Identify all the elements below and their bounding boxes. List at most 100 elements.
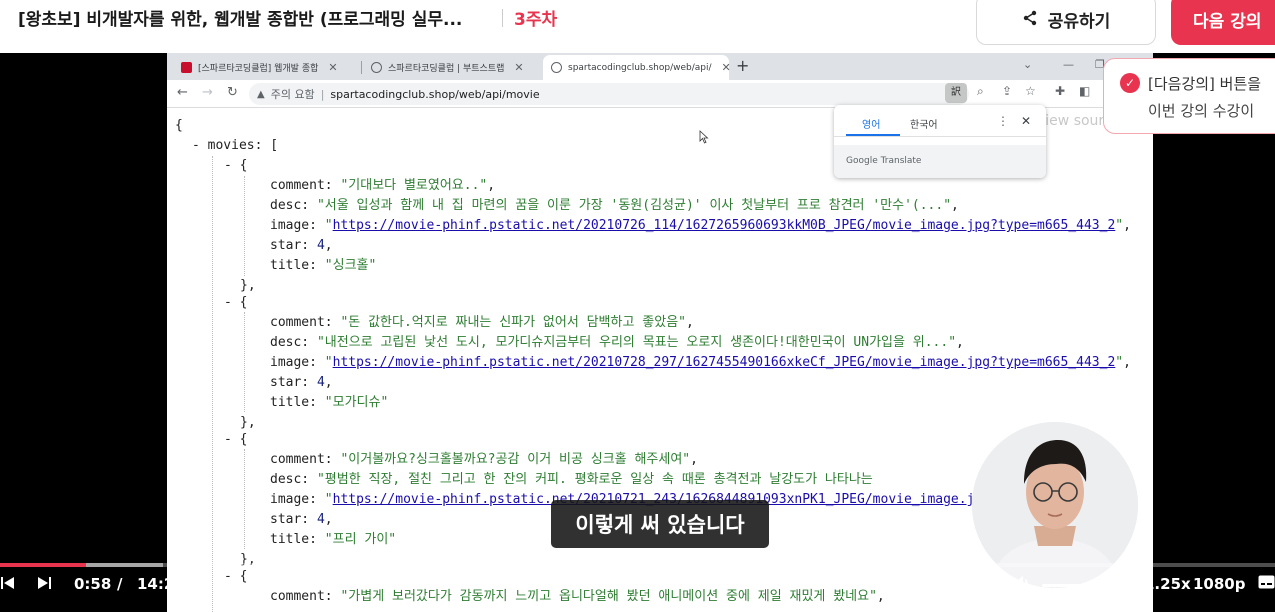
week-label: 3주차: [514, 10, 558, 30]
json-field-image: image: "https://movie-phinf.pstatic.net/…: [270, 355, 1131, 370]
url-separator: |: [320, 87, 325, 101]
collapse-toggle[interactable]: -: [192, 138, 208, 153]
json-field-desc: desc: "내전으로 고립된 낯선 도시, 모가디슈지금부터 우리의 목표는 …: [270, 335, 964, 350]
skip-next-icon[interactable]: [36, 575, 52, 595]
image-link[interactable]: https://movie-phinf.pstatic.net/20210728…: [333, 355, 1116, 370]
tab-english[interactable]: 영어: [862, 116, 880, 131]
video-player[interactable]: [스파르타코딩클럽] 웹개발 종합 ✕ 스파르타코딩클럽 | 부트스트랩 ✕ s…: [0, 53, 1275, 612]
tab-title: spartacodingclub.shop/web/api/: [568, 62, 712, 73]
tab-title: [스파르타코딩클럽] 웹개발 종합: [198, 64, 319, 74]
json-field-image: image: "https://movie-phinf.pstatic.net/…: [270, 218, 1131, 233]
indent-guide: [244, 176, 245, 276]
indent-guide: [212, 156, 213, 612]
tab-divider: [361, 61, 362, 74]
globe-icon: [551, 62, 562, 73]
more-options-icon[interactable]: ⋮: [997, 114, 1009, 128]
tab-korean[interactable]: 한국어: [910, 116, 938, 131]
json-field-title: title: "프리 가이": [270, 532, 397, 547]
browser-tab-2[interactable]: 스파르타코딩클럽 | 부트스트랩 ✕: [363, 55, 549, 80]
close-icon[interactable]: ✕: [722, 61, 731, 74]
close-icon[interactable]: ✕: [514, 61, 523, 74]
reload-icon[interactable]: ↻: [227, 85, 238, 100]
share-button[interactable]: 공유하기: [976, 0, 1156, 45]
subtitles-icon[interactable]: [1258, 575, 1275, 593]
json-field-star: star: 4,: [270, 512, 333, 527]
toast-line-2: 이번 강의 수강이: [1148, 102, 1255, 120]
skip-previous-icon[interactable]: [0, 575, 16, 595]
json-field-comment: comment: "이거볼까요?싱크홀볼까요?공감 이거 비공 싱크홀 해주세여…: [270, 452, 698, 467]
indent-guide: [244, 312, 245, 412]
subtitle-caption: 이렇게 써 있습니다: [551, 500, 769, 548]
address-bar[interactable]: ▲ 주의 요함 | spartacodingclub.shop/web/api/…: [249, 83, 969, 105]
extensions-icon[interactable]: ✚: [1055, 84, 1065, 98]
json-field-comment: comment: "가볍게 보러갔다가 감동까지 느끼고 옵니다얼해 봤던 애니…: [270, 589, 885, 604]
sidebar-icon[interactable]: ◧: [1079, 84, 1090, 98]
share-icon: [1022, 10, 1038, 30]
duration: 14:22: [137, 575, 185, 593]
tab-search-icon[interactable]: ⌄: [1023, 58, 1032, 71]
json-field-comment: comment: "기대보다 별로였어요..",: [270, 178, 496, 193]
globe-icon: [371, 62, 382, 73]
url-text: spartacodingclub.shop/web/api/movie: [330, 87, 540, 101]
browser-tabstrip: [스파르타코딩클럽] 웹개발 종합 ✕ 스파르타코딩클럽 | 부트스트랩 ✕ s…: [167, 53, 1153, 80]
minimize-icon[interactable]: —: [1063, 58, 1074, 71]
course-header: [왕초보] 비개발자를 위한, 웹개발 종합반 (프로그래밍 실무... 3주차…: [0, 0, 1275, 53]
forward-icon[interactable]: →: [202, 85, 213, 100]
cursor-icon: [699, 130, 709, 144]
tab-title: 스파르타코딩클럽 | 부트스트랩: [388, 64, 505, 74]
json-field-desc: desc: "서울 입성과 함께 내 집 마련의 꿈을 이룬 가장 '동원(김성…: [270, 198, 959, 213]
share-label: 공유하기: [1047, 12, 1111, 32]
back-icon[interactable]: ←: [177, 85, 188, 100]
collapse-toggle[interactable]: -: [224, 569, 240, 584]
share-page-icon[interactable]: ⇪: [1002, 84, 1012, 98]
json-item-open: - {: [224, 295, 248, 310]
header-divider: [502, 9, 503, 27]
browser-tab-3[interactable]: spartacodingclub.shop/web/api/ ✕: [543, 55, 731, 80]
json-field-desc: desc: "평범한 직장, 절친 그리고 한 잔의 커피. 평화로운 일상 속…: [270, 472, 873, 487]
popup-divider: [834, 136, 1046, 137]
json-field-title: title: "싱크홀": [270, 258, 377, 273]
translate-footer: Google Translate: [834, 145, 1046, 178]
volume-icon[interactable]: [1013, 575, 1031, 595]
zoom-icon[interactable]: ⌕: [977, 84, 984, 99]
json-field-star: star: 4,: [270, 375, 333, 390]
next-lecture-button[interactable]: 다음 강의: [1171, 0, 1275, 45]
quality-selector[interactable]: 1080p: [1193, 575, 1246, 593]
notification-toast: ✓ [다음강의] 버튼을 이번 강의 수강이: [1103, 58, 1275, 134]
warning-icon: ▲: [257, 88, 265, 100]
current-time: 0:58: [74, 575, 112, 593]
translate-popup: 영어 한국어 ⋮ ✕ Google Translate: [834, 105, 1046, 178]
time-separator: /: [117, 575, 123, 593]
translate-icon[interactable]: 訳: [945, 83, 967, 103]
collapse-toggle[interactable]: -: [224, 158, 240, 173]
tab-favicon: [181, 62, 192, 73]
volume-slider[interactable]: [1042, 584, 1130, 587]
check-icon: ✓: [1120, 73, 1140, 93]
browser-toolbar: ← → ↻ ▲ 주의 요함 | spartacodingclub.shop/we…: [167, 80, 1153, 108]
image-link[interactable]: https://movie-phinf.pstatic.net/20210726…: [333, 218, 1116, 233]
json-movies-line: - movies: [: [192, 138, 279, 153]
browser-tab-1[interactable]: [스파르타코딩클럽] 웹개발 종합 ✕: [173, 55, 359, 80]
star-icon[interactable]: ☆: [1025, 84, 1036, 98]
next-lecture-label: 다음 강의: [1193, 12, 1262, 32]
json-field-title: title: "모가디슈": [270, 395, 389, 410]
new-tab-button[interactable]: +: [736, 56, 749, 75]
close-icon[interactable]: ✕: [328, 61, 337, 74]
security-warning: 주의 요함: [270, 88, 315, 101]
played-bar: [0, 563, 86, 567]
json-item-open: - {: [224, 569, 248, 584]
json-brace: {: [175, 118, 183, 133]
json-item-open: - {: [224, 432, 248, 447]
close-icon[interactable]: ✕: [1021, 114, 1031, 128]
course-title: [왕초보] 비개발자를 위한, 웹개발 종합반 (프로그래밍 실무...: [18, 10, 463, 30]
playback-speed[interactable]: 1.25x: [1144, 575, 1191, 593]
progress-bar[interactable]: [0, 563, 1275, 567]
json-field-comment: comment: "돈 값한다.억지로 짜내는 신파가 없어서 담백하고 좋았음…: [270, 315, 694, 330]
google-translate-brand: Google Translate: [846, 156, 922, 166]
indent-guide: [244, 449, 245, 549]
toast-line-1: [다음강의] 버튼을: [1148, 75, 1262, 93]
collapse-toggle[interactable]: -: [224, 432, 240, 447]
json-item-open: - {: [224, 158, 248, 173]
collapse-toggle[interactable]: -: [224, 295, 240, 310]
json-field-star: star: 4,: [270, 238, 333, 253]
